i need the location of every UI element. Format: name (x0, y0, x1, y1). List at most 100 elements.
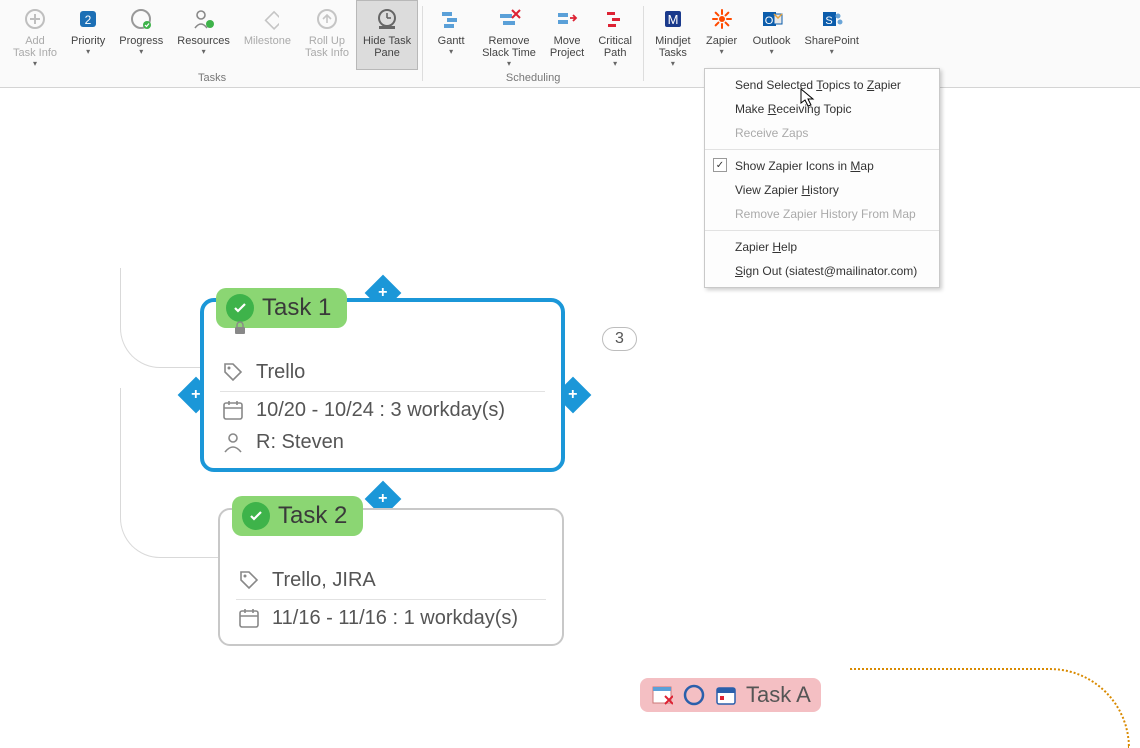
sharepoint-button[interactable]: S SharePoint ▾ (798, 0, 866, 70)
caret-icon: ▾ (202, 49, 206, 55)
task-resource-row: R: Steven (220, 426, 545, 458)
hide-task-pane-button[interactable]: Hide TaskPane (356, 0, 418, 70)
menu-zapier-help[interactable]: Zapier Help (705, 235, 939, 259)
task-title-pill: Task 2 (232, 496, 363, 536)
menu-remove-history: Remove Zapier History From Map (705, 202, 939, 226)
zapier-button[interactable]: Zapier ▾ (698, 0, 746, 70)
ribbon-label: SharePoint (805, 35, 859, 47)
priority-icon: 2 (74, 5, 102, 33)
child-count-badge[interactable]: 3 (602, 327, 637, 351)
task-tag: Trello (256, 361, 305, 384)
milestone-icon (253, 5, 281, 33)
ribbon-label: AddTask Info (13, 35, 57, 59)
task-tag-row: Trello, JIRA (236, 564, 546, 600)
menu-show-icons[interactable]: ✓ Show Zapier Icons in Map (705, 154, 939, 178)
ribbon-label: RemoveSlack Time (482, 35, 536, 59)
priority-button[interactable]: 2 Priority ▾ (64, 0, 112, 70)
task-card-a[interactable]: Task A (640, 678, 821, 712)
move-icon (553, 5, 581, 33)
task-dates-row: 11/16 - 11/16 : 1 workday(s) (236, 602, 546, 634)
svg-text:O: O (764, 15, 773, 27)
task-dates: 10/20 - 10/24 : 3 workday(s) (256, 399, 505, 422)
resources-icon (190, 5, 218, 33)
menu-label: Receive Zaps (735, 126, 808, 140)
milestone-button[interactable]: Milestone (237, 0, 298, 70)
checkbox-checked-icon: ✓ (713, 158, 727, 172)
remove-slack-icon (495, 5, 523, 33)
ribbon-label: Gantt (438, 35, 465, 47)
menu-make-receiving-topic[interactable]: Make Receiving Topic (705, 97, 939, 121)
calendar-icon (220, 397, 246, 423)
ribbon-separator (422, 6, 423, 81)
menu-label: Show Zapier Icons in Map (735, 159, 874, 173)
caret-icon: ▾ (671, 61, 675, 67)
task-dates-row: 10/20 - 10/24 : 3 workday(s) (220, 394, 545, 426)
tag-icon (220, 359, 246, 385)
task-tag: Trello, JIRA (272, 569, 376, 592)
ribbon-label: Milestone (244, 35, 291, 47)
ribbon-label: Zapier (706, 35, 737, 47)
ribbon-group-label: Scheduling (506, 70, 560, 88)
gantt-button[interactable]: Gantt ▾ (427, 0, 475, 70)
caret-icon: ▾ (449, 49, 453, 55)
mini-task-title: Task A (746, 682, 811, 708)
caret-icon: ▾ (830, 49, 834, 55)
caret-icon: ▾ (139, 49, 143, 55)
svg-text:2: 2 (85, 13, 92, 27)
outlook-button[interactable]: O Outlook ▾ (746, 0, 798, 70)
menu-label: Remove Zapier History From Map (735, 207, 916, 221)
menu-separator (705, 149, 939, 150)
table-icon (650, 683, 674, 707)
outlook-icon: O (758, 5, 786, 33)
ribbon-group-label: Tasks (198, 70, 226, 88)
ribbon-group-tasks: AddTask Info ▾ 2 Priority ▾ Progress ▾ (6, 0, 418, 87)
menu-label: Send Selected Topics to Zapier (735, 78, 901, 92)
ribbon-label: Hide TaskPane (363, 35, 411, 59)
person-icon (220, 429, 246, 455)
move-project-button[interactable]: MoveProject (543, 0, 591, 70)
caret-icon: ▾ (720, 49, 724, 55)
menu-label: Make Receiving Topic (735, 102, 852, 116)
menu-send-to-zapier[interactable]: Send Selected Topics to Zapier (705, 73, 939, 97)
ribbon-label: Resources (177, 35, 230, 47)
critical-icon (601, 5, 629, 33)
ribbon-label: MindjetTasks (655, 35, 690, 59)
caret-icon: ▾ (33, 61, 37, 67)
ribbon-toolbar: AddTask Info ▾ 2 Priority ▾ Progress ▾ (0, 0, 1140, 88)
calendar-icon (236, 605, 262, 631)
resources-button[interactable]: Resources ▾ (170, 0, 237, 70)
menu-sign-out[interactable]: Sign Out (siatest@mailinator.com) (705, 259, 939, 283)
connector-line (120, 268, 210, 368)
ribbon-label: MoveProject (550, 35, 584, 59)
add-circle-icon (21, 5, 49, 33)
task-card-1[interactable]: Task 1 Trello 10/20 - 10/24 : 3 workday(… (200, 298, 565, 472)
zapier-dropdown-menu: Send Selected Topics to Zapier Make Rece… (704, 68, 940, 288)
rollup-icon (313, 5, 341, 33)
menu-receive-zaps: Receive Zaps (705, 121, 939, 145)
menu-view-history[interactable]: View Zapier History (705, 178, 939, 202)
ribbon-label: Progress (119, 35, 163, 47)
menu-label: View Zapier History (735, 183, 839, 197)
remove-slack-button[interactable]: RemoveSlack Time ▾ (475, 0, 543, 70)
critical-path-button[interactable]: CriticalPath ▾ (591, 0, 639, 70)
zapier-icon (708, 5, 736, 33)
add-task-info-button[interactable]: AddTask Info ▾ (6, 0, 64, 70)
ribbon-group-scheduling: Gantt ▾ RemoveSlack Time ▾ MoveProject (427, 0, 639, 87)
progress-button[interactable]: Progress ▾ (112, 0, 170, 70)
ribbon-label: Roll UpTask Info (305, 35, 349, 59)
menu-separator (705, 230, 939, 231)
svg-text:M: M (667, 12, 678, 27)
caret-icon: ▾ (86, 49, 90, 55)
mindjet-tasks-button[interactable]: M MindjetTasks ▾ (648, 0, 697, 70)
caret-icon: ▾ (770, 49, 774, 55)
gantt-icon (437, 5, 465, 33)
sharepoint-icon: S (818, 5, 846, 33)
ribbon-separator (643, 6, 644, 81)
task-title: Task 1 (262, 294, 331, 322)
ribbon-label: Outlook (753, 35, 791, 47)
task-card-2[interactable]: Task 2 Trello, JIRA 11/16 - 11/16 : 1 wo… (218, 508, 564, 646)
mindmap-canvas[interactable]: + + + + 3 Task 1 Trello (0, 88, 1140, 640)
task-title: Task 2 (278, 502, 347, 530)
progress-icon (127, 5, 155, 33)
roll-up-button[interactable]: Roll UpTask Info (298, 0, 356, 70)
